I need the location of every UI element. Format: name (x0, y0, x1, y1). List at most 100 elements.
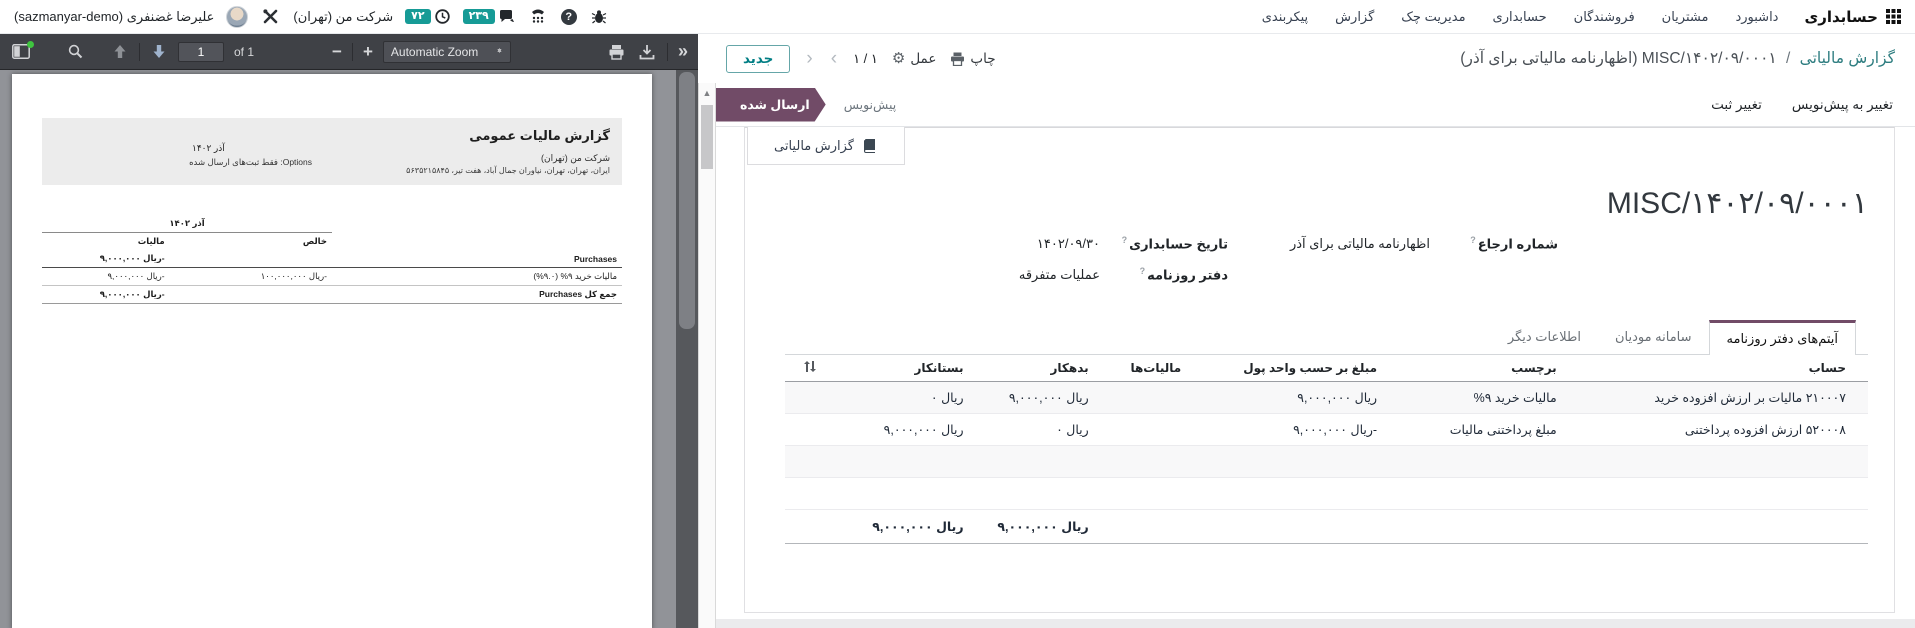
search-icon[interactable] (66, 42, 85, 61)
form-scrollbar[interactable]: ▲ (698, 34, 716, 628)
header-label[interactable]: برچسب (1389, 355, 1569, 382)
menu-vendors[interactable]: فروشندگان (1574, 9, 1635, 25)
journal-items-table: حساب برچسب مبلغ بر حسب واحد پول مالیات‌ه… (785, 355, 1868, 544)
header-account[interactable]: حساب (1569, 355, 1868, 382)
pdf-viewer-area: گزارش مالیات عمومی شرکت من (تهران) ایران… (0, 70, 698, 628)
control-panel: گزارش مالیاتی / MISC/۱۴۰۲/۰۹/۰۰۰۱ (اظهار… (716, 34, 1915, 83)
accounting-date-value[interactable]: ۱۴۰۲/۰۹/۳۰ (1037, 236, 1100, 252)
cell-label[interactable]: مالیات خرید ۹% (1389, 382, 1569, 414)
menu-reporting[interactable]: گزارش (1335, 9, 1374, 25)
cell-amount-currency[interactable]: ریال ۹,۰۰۰,۰۰۰ (1193, 382, 1389, 414)
tab-journal-items[interactable]: آیتم‌های دفتر روزنامه (1709, 320, 1856, 355)
report-table: آذر ۱۴۰۲ خالص مالیات Purchases ریال ۹,۰۰… (42, 215, 622, 304)
header-debit[interactable]: بدهکار (976, 355, 1101, 382)
zoom-in-button[interactable]: + (363, 43, 373, 60)
apps-menu[interactable]: حسابداری (1804, 8, 1901, 26)
report-row-tax: ریال ۹,۰۰۰,۰۰۰- (100, 289, 165, 299)
scroll-up-arrow-icon[interactable]: ▲ (699, 83, 715, 98)
header-taxes[interactable]: مالیات‌ها (1101, 355, 1194, 382)
status-steps: پیش‌نویس ارسال شده (716, 83, 914, 126)
report-period-header-row: آذر ۱۴۰۲ (42, 215, 622, 233)
report-row-tax: ریال ۹,۰۰۰,۰۰۰- (100, 253, 165, 263)
accounting-date-label: تاریخ حسابداری? (1110, 235, 1228, 252)
cell-amount-currency[interactable]: ریال ۹,۰۰۰,۰۰۰- (1193, 414, 1389, 446)
pager-previous-icon[interactable]: ‹ (804, 49, 814, 68)
pdf-attachment-viewer: of 1 − + Automatic Zoom ▲▼ » گزارش مالیا… (0, 34, 698, 628)
help-icon[interactable]: ? (561, 9, 577, 25)
cell-debit[interactable]: ریال ۰ (976, 414, 1101, 446)
modify-entry-button[interactable]: تغییر ثبت (1709, 93, 1764, 117)
activities-count-badge: ۷۲ (405, 9, 430, 24)
pdf-more-tools-button[interactable]: » (678, 41, 688, 62)
activities-menu[interactable]: ۷۲ (405, 8, 450, 25)
form-scrollbar-thumb[interactable] (701, 105, 713, 169)
journal-value[interactable]: عملیات متفرقه (1019, 267, 1100, 283)
app-name[interactable]: حسابداری (1804, 8, 1878, 26)
pdf-print-icon[interactable] (606, 42, 627, 62)
window-bottom-strip (716, 619, 1915, 628)
pager-counter: ۱ / ۱ (853, 51, 878, 67)
report-header-box: گزارش مالیات عمومی شرکت من (تهران) ایران… (42, 118, 622, 185)
book-icon (862, 138, 878, 154)
menu-dashboard[interactable]: داشبورد (1735, 9, 1778, 25)
tab-moadian-system[interactable]: سامانه مودیان (1598, 319, 1709, 354)
breadcrumb: گزارش مالیاتی / MISC/۱۴۰۲/۰۹/۰۰۰۱ (اظهار… (1460, 49, 1895, 68)
cell-taxes[interactable] (1101, 414, 1194, 446)
new-button[interactable]: جدید (726, 45, 790, 73)
reference-field-row: شماره ارجاع? اظهارنامه مالیاتی برای آذر (1228, 235, 1558, 262)
bug-debug-icon[interactable] (589, 7, 609, 27)
pdf-scrollbar-thumb[interactable] (679, 72, 695, 329)
notebook-tabs: آیتم‌های دفتر روزنامه سامانه مودیان اطلا… (785, 319, 1868, 355)
journal-item-row[interactable]: ۵۲۰۰۰۸ ارزش افزوده پرداختنی مبلغ پرداختن… (785, 414, 1868, 446)
user-avatar[interactable] (226, 6, 248, 28)
systray: علیرضا غضنفری (sazmanyar-demo) شرکت من (… (14, 6, 609, 28)
reset-to-draft-button[interactable]: تغییر به پیش‌نویس (1790, 93, 1895, 117)
menu-check-management[interactable]: مدیریت چک (1401, 9, 1465, 25)
cell-taxes[interactable] (1101, 382, 1194, 414)
company-switcher[interactable]: شرکت من (تهران) (293, 9, 393, 25)
pdf-download-icon[interactable] (637, 42, 657, 62)
tax-report-smart-button[interactable]: گزارش مالیاتی (747, 127, 905, 165)
grid-icon (1886, 9, 1901, 24)
tab-other-info[interactable]: اطلاعات دیگر (1491, 319, 1598, 354)
cell-label[interactable]: مبلغ پرداختنی مالیات (1389, 414, 1569, 446)
zoom-out-button[interactable]: − (332, 43, 342, 60)
report-column-header-row: خالص مالیات (42, 233, 622, 251)
cell-credit[interactable]: ریال ۹,۰۰۰,۰۰۰ (834, 414, 975, 446)
menu-customers[interactable]: مشتریان (1662, 9, 1709, 25)
tools-icon[interactable] (260, 6, 281, 27)
menu-configuration[interactable]: پیکربندی (1262, 9, 1308, 25)
optional-columns-icon[interactable] (785, 355, 834, 382)
messages-menu[interactable]: ۲۳۹ (463, 9, 515, 25)
breadcrumb-tax-report-link[interactable]: گزارش مالیاتی (1800, 50, 1895, 67)
zoom-level-select[interactable]: Automatic Zoom ▲▼ (383, 41, 511, 63)
smart-button-label: گزارش مالیاتی (774, 138, 854, 154)
form-sheet: گزارش مالیاتی MISC/۱۴۰۲/۰۹/۰۰۰۱ شماره ار… (744, 127, 1895, 613)
cell-debit[interactable]: ریال ۹,۰۰۰,۰۰۰ (976, 382, 1101, 414)
menu-accounting[interactable]: حسابداری (1493, 9, 1547, 25)
header-credit[interactable]: بستانکار (834, 355, 975, 382)
page-down-icon[interactable] (150, 42, 168, 61)
empty-row (785, 478, 1868, 510)
print-menu-button[interactable]: چاپ (950, 51, 995, 67)
report-tax-header: مالیات (42, 233, 170, 251)
page-number-input[interactable] (178, 42, 224, 62)
action-menu-button[interactable]: ⚙ عمل (892, 51, 937, 67)
zoom-level-value: Automatic Zoom (391, 45, 478, 59)
journal-item-row[interactable]: ۲۱۰۰۰۷ مالیات بر ارزش افزوده خرید مالیات… (785, 382, 1868, 414)
help-marker: ? (1470, 235, 1476, 245)
cell-credit[interactable]: ریال ۰ (834, 382, 975, 414)
sidebar-toggle-icon[interactable] (10, 42, 32, 61)
cell-account[interactable]: ۵۲۰۰۰۸ ارزش افزوده پرداختنی (1569, 414, 1868, 446)
page-up-icon[interactable] (111, 42, 129, 61)
pdf-scrollbar[interactable] (676, 70, 698, 628)
printer-icon (950, 52, 965, 66)
phone-grid-icon[interactable] (527, 6, 549, 27)
cell-account[interactable]: ۲۱۰۰۰۷ مالیات بر ارزش افزوده خرید (1569, 382, 1868, 414)
status-step-sent: ارسال شده (716, 88, 826, 122)
reference-field-value[interactable]: اظهارنامه مالیاتی برای آذر (1290, 236, 1430, 252)
pager-next-icon[interactable]: › (829, 49, 839, 68)
header-amount-currency[interactable]: مبلغ بر حسب واحد پول (1193, 355, 1389, 382)
status-step-draft[interactable]: پیش‌نویس (826, 97, 915, 112)
user-menu[interactable]: علیرضا غضنفری (sazmanyar-demo) (14, 9, 214, 25)
